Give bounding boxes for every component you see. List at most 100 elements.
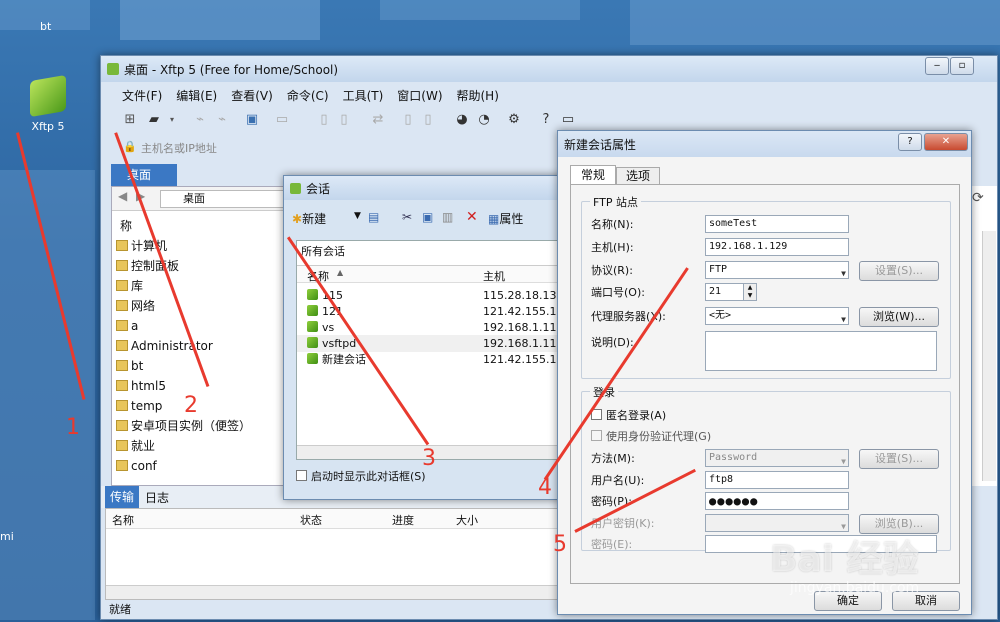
maximize-button[interactable]: ▫ [950, 57, 974, 75]
xshell-icon[interactable]: ◕ [453, 111, 471, 129]
help-icon[interactable]: ? [537, 111, 555, 129]
method-settings-button[interactable]: 设置(S)... [859, 449, 939, 469]
description-field[interactable] [705, 331, 937, 371]
session-row[interactable]: vsftpd 192.168.1.111 [297, 335, 565, 352]
tab-desktop[interactable]: 桌面 [111, 164, 177, 186]
new-session-button[interactable]: ✱新建 [292, 210, 326, 227]
xftp-desktop-icon[interactable]: Xftp 5 [22, 74, 74, 133]
host-field[interactable]: 192.168.1.129 [705, 238, 849, 256]
cut-icon[interactable]: ✂ [402, 210, 412, 224]
status-bar: 就绪 [109, 603, 131, 616]
copy-icon[interactable]: ▣ [422, 210, 433, 224]
paste-icon[interactable]: ▯ [419, 111, 437, 129]
menu-view[interactable]: 查看(V) [224, 86, 280, 106]
name-field[interactable]: someTest [705, 215, 849, 233]
tab-log[interactable]: 日志 [145, 489, 169, 506]
chevron-down-icon[interactable]: ▾ [163, 111, 181, 129]
protocol-settings-button[interactable]: 设置(S)... [859, 261, 939, 281]
tree-item-library[interactable]: 库 [116, 277, 143, 295]
new-file2-icon[interactable]: ▯ [335, 111, 353, 129]
address-bar[interactable]: 🔒 主机名或IP地址 [111, 138, 561, 158]
col-session-host[interactable]: 主机 [483, 268, 505, 284]
tab-options[interactable]: 选项 [616, 167, 660, 185]
close-button[interactable]: ✕ [924, 133, 968, 151]
scrollbar[interactable] [982, 231, 996, 481]
window-app-icon [107, 63, 119, 75]
props-content: FTP 站点 名称(N): someTest 主机(H): 192.168.1.… [570, 184, 960, 584]
chevron-down-icon[interactable]: ▼ [354, 211, 361, 221]
save-icon[interactable]: ▤ [368, 210, 379, 224]
col-progress[interactable]: 进度 [392, 512, 414, 528]
new-session-icon[interactable]: ⊞ [121, 111, 139, 129]
anonymous-login-checkbox[interactable]: 匿名登录(A) [591, 407, 666, 423]
help-button[interactable]: ? [898, 133, 922, 151]
tab-transfer[interactable]: 传输 [105, 486, 139, 508]
gear-icon[interactable]: ⚙ [505, 111, 523, 129]
tree-header[interactable]: 称 [120, 217, 132, 234]
session-host: 192.168.1.111 [483, 337, 564, 350]
session-row[interactable]: 115 115.28.18.137 [297, 287, 565, 304]
transfer-header: 名称 状态 进度 大小 [106, 509, 562, 529]
session-row[interactable]: 新建会话 121.42.155.192 [297, 351, 570, 368]
proxy-browse-button[interactable]: 浏览(W)... [859, 307, 939, 327]
session-name: vs [322, 321, 335, 334]
session-icon [307, 289, 318, 300]
username-field[interactable]: ftp8 [705, 471, 849, 489]
refresh-icon[interactable]: ⇄ [369, 111, 387, 129]
menu-tools[interactable]: 工具(T) [336, 86, 391, 106]
menu-command[interactable]: 命令(C) [280, 86, 336, 106]
tree-item-a[interactable]: a [116, 317, 138, 335]
transfer-icon[interactable]: ▭ [273, 111, 291, 129]
auth-proxy-checkbox[interactable]: 使用身份验证代理(G) [591, 428, 711, 444]
tree-item-html5[interactable]: html5 [116, 377, 166, 395]
tree-item-temp[interactable]: temp [116, 397, 162, 415]
tree-item-jiuye[interactable]: 就业 [116, 437, 155, 455]
path-field[interactable]: 桌面 [160, 190, 285, 208]
session-row[interactable]: vs 192.168.1.113 [297, 319, 565, 336]
protocol-select[interactable]: FTP ▼ [705, 261, 849, 279]
proxy-select[interactable]: <无> ▼ [705, 307, 849, 325]
xftp-icon[interactable]: ◔ [475, 111, 493, 129]
tree-item-bt[interactable]: bt [116, 357, 143, 375]
main-window-title: 桌面 - Xftp 5 (Free for Home/School) [124, 62, 339, 77]
menu-file[interactable]: 文件(F) [115, 86, 169, 106]
new-label: 新建 [302, 212, 327, 226]
chat-icon[interactable]: ▭ [559, 111, 577, 129]
paste-icon[interactable]: ▥ [442, 210, 453, 224]
minimize-button[interactable]: ‒ [925, 57, 949, 75]
method-select[interactable]: Password ▼ [705, 449, 849, 467]
copy-icon[interactable]: ▯ [399, 111, 417, 129]
tree-item-conf[interactable]: conf [116, 457, 157, 475]
tree-item-network[interactable]: 网络 [116, 297, 155, 315]
new-file-icon[interactable]: ▯ [315, 111, 333, 129]
menu-help[interactable]: 帮助(H) [450, 86, 506, 106]
disconnect-icon[interactable]: ⌁ [213, 111, 231, 129]
startup-checkbox[interactable] [296, 470, 307, 481]
col-status[interactable]: 状态 [300, 512, 322, 528]
back-icon[interactable]: ◀ [118, 189, 127, 203]
tree-item-android[interactable]: 安卓项目实例（便签） [116, 417, 251, 435]
menu-edit[interactable]: 编辑(E) [169, 86, 224, 106]
startup-checkbox-row[interactable]: 启动时显示此对话框(S) [296, 468, 426, 484]
tree-item-administrator[interactable]: Administrator [116, 337, 213, 355]
open-folder-icon[interactable]: ▰ [145, 111, 163, 129]
password-field[interactable]: ●●●●●● [705, 492, 849, 510]
props-title: 新建会话属性 [564, 137, 637, 152]
port-field[interactable]: 21 [705, 283, 745, 301]
connect-icon[interactable]: ⌁ [191, 111, 209, 129]
proxy-value: <无> [709, 310, 732, 321]
properties-icon[interactable]: ▣ [243, 111, 261, 129]
menu-window[interactable]: 窗口(W) [390, 86, 449, 106]
col-size[interactable]: 大小 [456, 512, 478, 528]
delete-icon[interactable]: ✕ [466, 209, 478, 225]
horizontal-scrollbar[interactable] [106, 585, 562, 599]
tree-item-control-panel[interactable]: 控制面板 [116, 257, 179, 275]
chevron-down-icon: ▼ [841, 315, 846, 324]
refresh-icon[interactable]: ⟳ [972, 190, 984, 206]
tree-label: bt [131, 359, 144, 373]
all-sessions-label: 所有会话 [301, 245, 345, 258]
col-name[interactable]: 名称 [112, 512, 134, 528]
port-stepper[interactable]: ▲ ▼ [743, 283, 757, 301]
properties-button[interactable]: ▦属性 [488, 210, 523, 227]
tab-general[interactable]: 常规 [570, 165, 616, 185]
